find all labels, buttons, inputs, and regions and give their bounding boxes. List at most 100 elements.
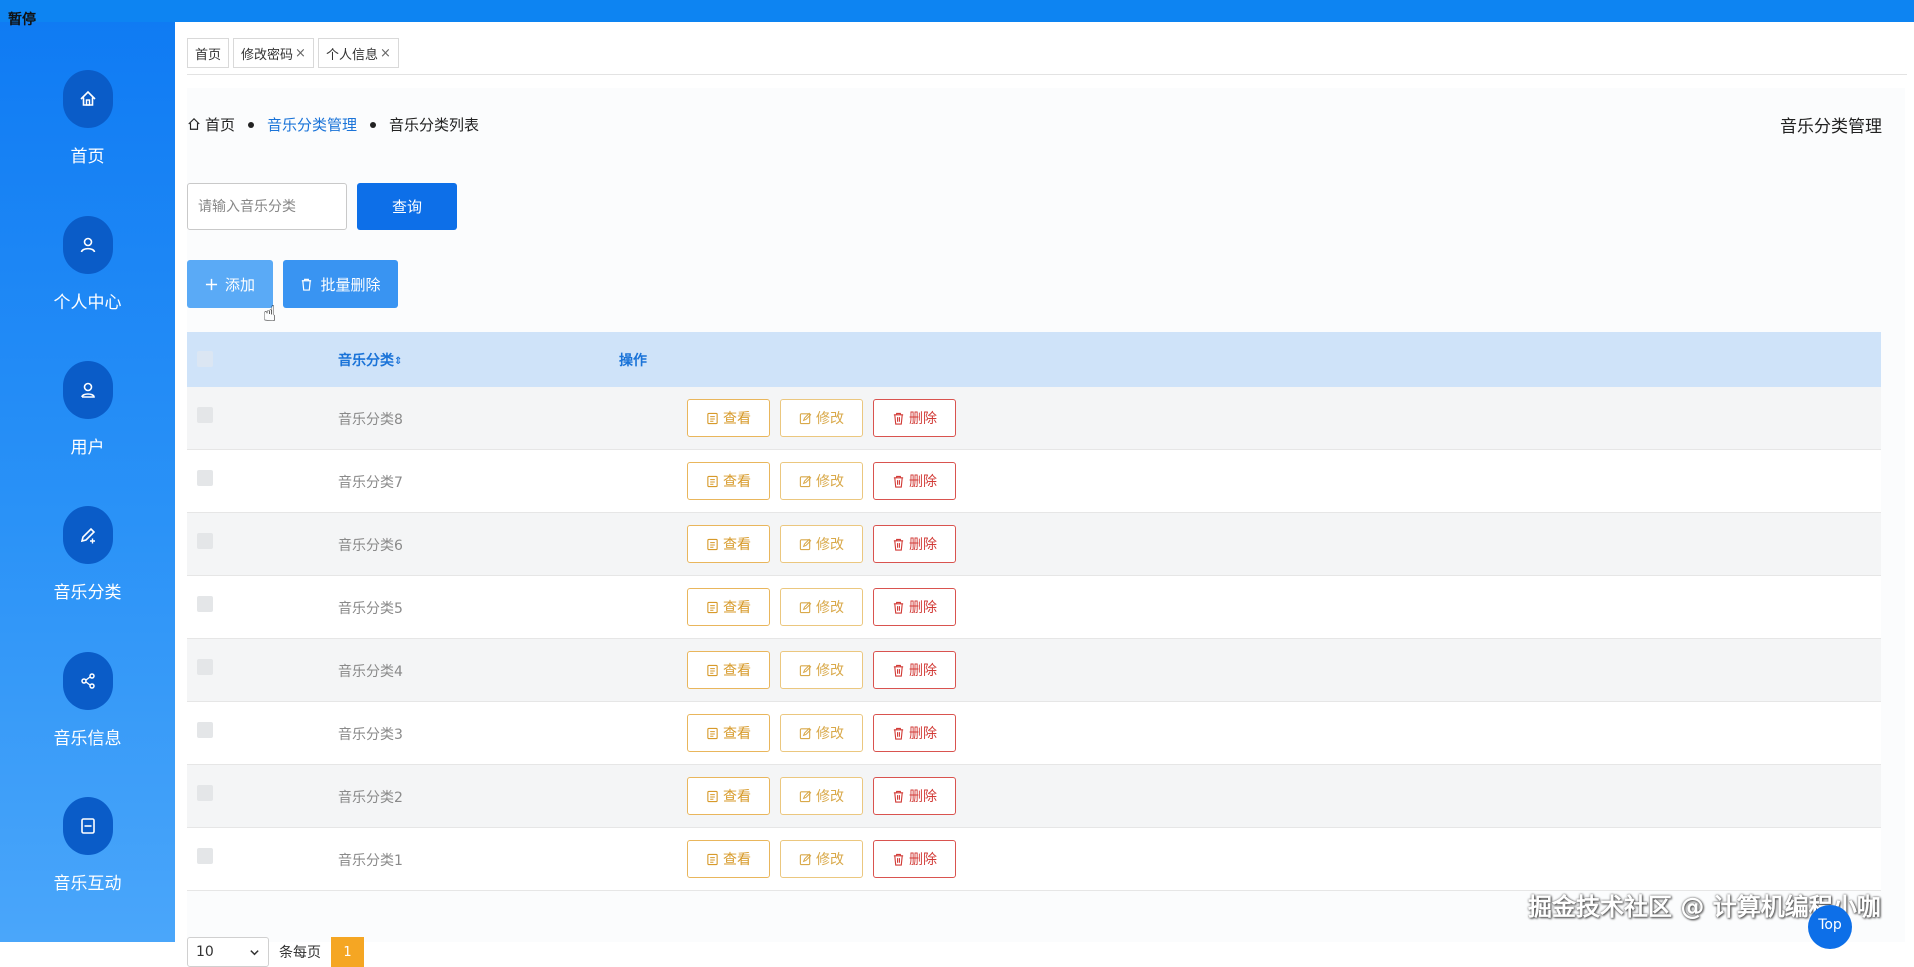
row-actions: 查看 修改 删除	[687, 840, 956, 878]
batch-delete-button[interactable]: 批量删除	[283, 260, 398, 308]
breadcrumb-section[interactable]: 音乐分类管理	[267, 114, 357, 135]
view-button[interactable]: 查看	[687, 462, 770, 500]
row-actions: 查看 修改 删除	[687, 399, 956, 437]
delete-button[interactable]: 删除	[873, 714, 956, 752]
breadcrumb-separator	[248, 121, 255, 128]
category-name: 音乐分类8	[338, 412, 403, 428]
chevron-down-icon	[250, 949, 259, 955]
row-checkbox[interactable]	[197, 785, 213, 801]
back-to-top-button[interactable]: Top	[1808, 905, 1852, 949]
delete-button[interactable]: 删除	[873, 588, 956, 626]
edit-button[interactable]: 修改	[780, 525, 863, 563]
row-checkbox[interactable]	[197, 470, 213, 486]
page-title: 音乐分类管理	[1780, 117, 1882, 137]
sort-icon[interactable]: ⇕	[394, 356, 402, 367]
sidebar-item-0[interactable]: 首页	[0, 70, 175, 190]
sidebar-item-5[interactable]: 音乐互动	[0, 797, 175, 917]
edit-label: 修改	[816, 789, 844, 805]
edit-button[interactable]: 修改	[780, 651, 863, 689]
row-checkbox[interactable]	[197, 659, 213, 675]
tab-label: 修改密码	[241, 47, 294, 63]
table-row: 音乐分类7 查看 修改 删除	[187, 450, 1881, 513]
row-checkbox[interactable]	[197, 722, 213, 738]
edit-icon	[799, 727, 812, 739]
search-input[interactable]	[187, 183, 347, 230]
row-actions: 查看 修改 删除	[687, 525, 956, 563]
delete-button[interactable]: 删除	[873, 399, 956, 437]
close-icon[interactable]: ×	[295, 46, 306, 61]
tab-0[interactable]: 首页	[187, 38, 230, 68]
delete-button[interactable]: 删除	[873, 840, 956, 878]
table-row: 音乐分类4 查看 修改 删除	[187, 639, 1881, 702]
edit-button[interactable]: 修改	[780, 777, 863, 815]
breadcrumb-home[interactable]: 首页	[187, 114, 235, 135]
edit-button[interactable]: 修改	[780, 399, 863, 437]
view-label: 查看	[723, 600, 751, 616]
home-icon	[80, 90, 96, 106]
table-row: 音乐分类5 查看 修改 删除	[187, 576, 1881, 639]
query-button[interactable]: 查询	[357, 183, 457, 230]
row-actions: 查看 修改 删除	[687, 714, 956, 752]
panel-icon	[81, 818, 95, 834]
view-label: 查看	[723, 789, 751, 805]
share-icon	[81, 673, 95, 689]
sidebar-icon-circle	[63, 652, 113, 710]
table-row: 音乐分类6 查看 修改 删除	[187, 513, 1881, 576]
document-icon	[707, 853, 718, 865]
row-checkbox[interactable]	[197, 848, 213, 864]
view-button[interactable]: 查看	[687, 777, 770, 815]
document-icon	[707, 475, 718, 487]
row-checkbox[interactable]	[197, 533, 213, 549]
edit-button[interactable]: 修改	[780, 588, 863, 626]
view-button[interactable]: 查看	[687, 714, 770, 752]
sidebar-item-4[interactable]: 音乐信息	[0, 652, 175, 772]
add-button[interactable]: 添加	[187, 260, 273, 308]
edit-icon	[799, 853, 812, 865]
view-label: 查看	[723, 852, 751, 868]
edit-label: 修改	[816, 474, 844, 490]
delete-button[interactable]: 删除	[873, 651, 956, 689]
tab-2[interactable]: 个人信息 ×	[317, 38, 399, 68]
plus-icon	[205, 278, 218, 290]
view-button[interactable]: 查看	[687, 588, 770, 626]
row-checkbox[interactable]	[197, 596, 213, 612]
view-label: 查看	[723, 537, 751, 553]
edit-label: 修改	[816, 411, 844, 427]
sidebar-icon-circle	[63, 797, 113, 855]
row-checkbox[interactable]	[197, 407, 213, 423]
trash-icon	[893, 727, 904, 740]
delete-label: 删除	[909, 663, 937, 679]
delete-button[interactable]: 删除	[873, 525, 956, 563]
document-icon	[707, 412, 718, 424]
sidebar-item-2[interactable]: 用户	[0, 361, 175, 481]
edit-button[interactable]: 修改	[780, 840, 863, 878]
column-header-operations: 操作	[619, 353, 647, 369]
category-name: 音乐分类5	[338, 601, 403, 617]
breadcrumb: 首页 音乐分类管理 音乐分类列表	[187, 114, 479, 135]
tab-1[interactable]: 修改密码 ×	[233, 38, 314, 68]
view-button[interactable]: 查看	[687, 651, 770, 689]
view-button[interactable]: 查看	[687, 525, 770, 563]
category-name: 音乐分类6	[338, 538, 403, 554]
row-actions: 查看 修改 删除	[687, 588, 956, 626]
view-button[interactable]: 查看	[687, 399, 770, 437]
sidebar-icon-circle	[63, 361, 113, 419]
delete-button[interactable]: 删除	[873, 462, 956, 500]
sidebar-item-1[interactable]: 个人中心	[0, 216, 175, 336]
delete-button[interactable]: 删除	[873, 777, 956, 815]
select-all-checkbox[interactable]	[197, 351, 213, 367]
delete-label: 删除	[909, 852, 937, 868]
delete-label: 删除	[909, 726, 937, 742]
column-header-category[interactable]: 音乐分类⇕	[338, 350, 402, 370]
batch-delete-label: 批量删除	[320, 276, 381, 294]
sidebar-item-3[interactable]: 音乐分类	[0, 506, 175, 626]
edit-button[interactable]: 修改	[780, 462, 863, 500]
sidebar-item-label: 音乐互动	[53, 874, 122, 894]
delete-label: 删除	[909, 411, 937, 427]
table-row: 音乐分类2 查看 修改 删除	[187, 765, 1881, 828]
view-button[interactable]: 查看	[687, 840, 770, 878]
close-icon[interactable]: ×	[380, 46, 391, 61]
edit-icon	[799, 412, 812, 424]
edit-button[interactable]: 修改	[780, 714, 863, 752]
edit-label: 修改	[816, 537, 844, 553]
